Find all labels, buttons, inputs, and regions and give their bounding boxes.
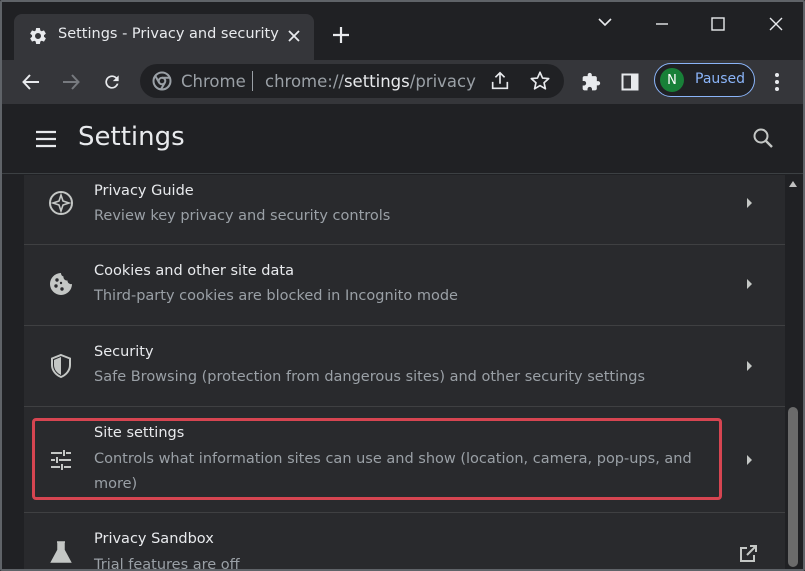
new-tab-button[interactable] — [328, 22, 354, 48]
window-close-button[interactable] — [758, 10, 794, 38]
url-text[interactable]: chrome://settings/privacy — [265, 72, 476, 91]
row-subtitle: Review key privacy and security controls — [94, 208, 391, 224]
tab-search-button[interactable] — [587, 8, 623, 36]
extensions-button[interactable] — [575, 66, 607, 98]
site-chip-label: Chrome — [181, 72, 246, 91]
row-subtitle: Safe Browsing (protection from dangerous… — [94, 369, 646, 385]
hamburger-menu-icon[interactable] — [34, 127, 58, 151]
share-icon[interactable] — [489, 70, 511, 92]
settings-header: Settings — [2, 104, 803, 174]
close-icon — [769, 17, 783, 31]
settings-row-privacy-sandbox[interactable]: Privacy Sandbox Trial features are off — [24, 513, 785, 571]
tab-close-button[interactable] — [282, 24, 306, 48]
maximize-button[interactable] — [700, 10, 736, 38]
cookie-icon — [50, 273, 72, 295]
row-title: Security — [94, 344, 154, 360]
tab-title: Settings - Privacy and security — [58, 26, 279, 42]
minimize-icon — [656, 23, 668, 25]
settings-content: Privacy Guide Review key privacy and sec… — [2, 175, 803, 571]
avatar: N — [660, 68, 684, 92]
bookmark-star-icon[interactable] — [529, 70, 551, 92]
compass-icon — [49, 191, 73, 215]
minimize-button[interactable] — [644, 10, 680, 38]
url-prefix: chrome:// — [265, 72, 344, 91]
open-in-new-icon — [740, 545, 757, 562]
arrow-left-icon — [22, 74, 39, 90]
reload-button[interactable] — [96, 66, 128, 98]
menu-button[interactable] — [761, 66, 793, 98]
browser-toolbar: Chrome chrome://settings/privacy N Pause… — [2, 60, 803, 104]
tab-strip: Settings - Privacy and security — [2, 2, 803, 60]
plus-icon — [333, 27, 349, 43]
back-button[interactable] — [15, 66, 47, 98]
row-title: Cookies and other site data — [94, 263, 294, 279]
tab-settings[interactable]: Settings - Privacy and security — [14, 14, 314, 60]
omnibox-divider — [252, 71, 253, 91]
more-vert-icon — [775, 73, 779, 91]
chrome-logo-icon — [152, 71, 172, 91]
settings-row-cookies[interactable]: Cookies and other site data Third-party … — [24, 245, 785, 326]
chevron-right-icon — [747, 455, 752, 465]
chevron-down-icon — [598, 18, 612, 27]
row-subtitle: Third-party cookies are blocked in Incog… — [94, 288, 458, 304]
chevron-right-icon — [747, 198, 752, 208]
gear-icon — [30, 27, 46, 44]
maximize-icon — [711, 17, 725, 31]
close-icon — [288, 30, 300, 42]
shield-icon — [51, 353, 71, 379]
url-path: /privacy — [409, 72, 476, 91]
arrow-right-icon — [63, 74, 80, 90]
side-panel-button[interactable] — [614, 66, 646, 98]
settings-row-privacy-guide[interactable]: Privacy Guide Review key privacy and sec… — [24, 175, 785, 245]
profile-status: Paused — [695, 71, 746, 87]
browser-window: Settings - Privacy and security Chrome c… — [0, 0, 805, 571]
chevron-right-icon — [747, 279, 752, 289]
puzzle-icon — [582, 72, 601, 91]
row-subtitle: Trial features are off — [94, 557, 240, 571]
chevron-right-icon — [747, 361, 752, 371]
row-title: Privacy Sandbox — [94, 531, 214, 547]
reload-icon — [105, 75, 119, 89]
search-icon[interactable] — [751, 126, 775, 150]
row-title: Privacy Guide — [94, 183, 194, 199]
address-bar[interactable]: Chrome chrome://settings/privacy — [140, 64, 564, 98]
settings-row-security[interactable]: Security Safe Browsing (protection from … — [24, 326, 785, 407]
forward-button[interactable] — [55, 66, 87, 98]
scroll-up-arrow[interactable] — [789, 181, 797, 187]
url-host: settings — [343, 72, 410, 91]
scrollbar[interactable] — [785, 175, 801, 569]
profile-button[interactable]: N Paused — [654, 63, 755, 97]
scrollbar-thumb[interactable] — [788, 407, 798, 567]
page-title: Settings — [78, 122, 185, 152]
privacy-card: Privacy Guide Review key privacy and sec… — [24, 175, 785, 571]
flask-icon — [50, 541, 72, 563]
side-panel-icon — [621, 73, 639, 91]
highlight-box — [32, 418, 722, 500]
